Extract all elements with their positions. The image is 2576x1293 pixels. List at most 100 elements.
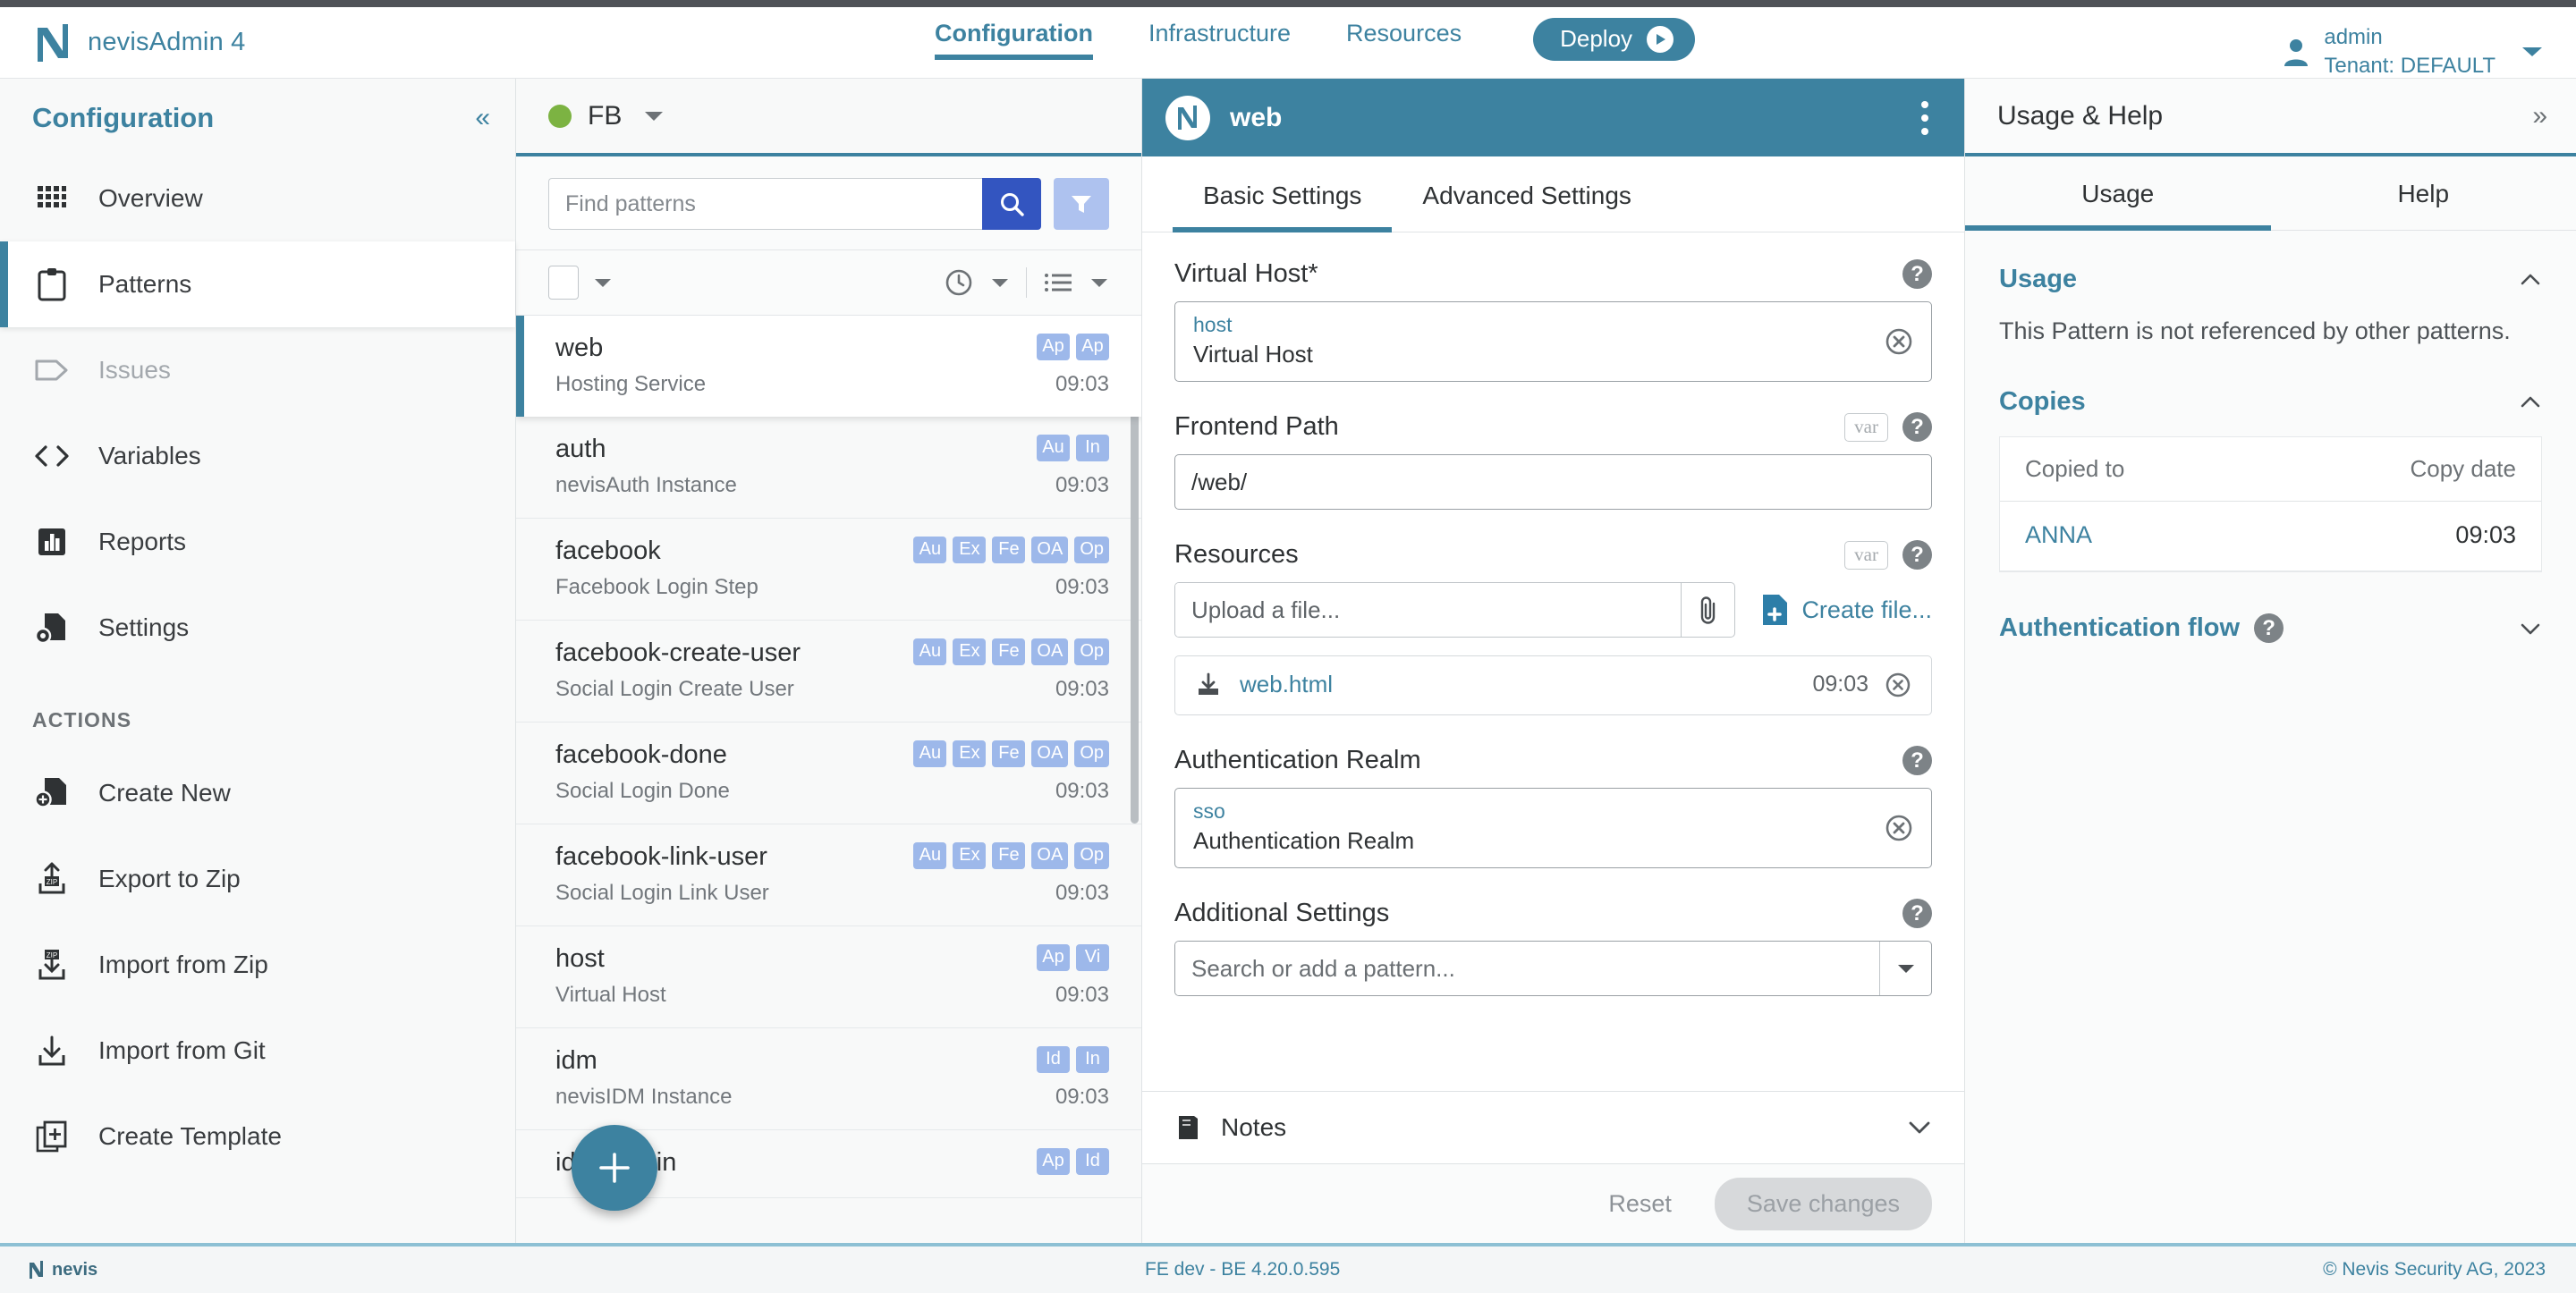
list-item[interactable]: facebook-create-user Au Ex Fe OA Op Soci…: [516, 621, 1141, 723]
help-icon[interactable]: ?: [1902, 259, 1932, 289]
additional-settings-input[interactable]: [1175, 942, 1879, 995]
caret-down-icon[interactable]: [990, 277, 1010, 289]
reset-button[interactable]: Reset: [1589, 1181, 1691, 1227]
pattern-description: Social Login Done: [555, 779, 730, 803]
list-item[interactable]: host Ap Vi Virtual Host 09:03: [516, 926, 1141, 1028]
resource-file-name[interactable]: web.html: [1240, 671, 1333, 698]
search-row: [516, 156, 1141, 249]
help-icon[interactable]: ?: [2254, 613, 2284, 644]
clipboard-icon: [32, 265, 72, 304]
clear-circle-icon[interactable]: [1885, 672, 1911, 698]
caret-down-icon[interactable]: [1089, 277, 1109, 289]
filter-button[interactable]: [1054, 178, 1109, 230]
field-resources: Resources var ? Upload a file... Create …: [1174, 540, 1932, 715]
sidebar-title: Configuration: [32, 102, 215, 133]
pattern-badges: Ap Ap: [1037, 334, 1109, 360]
download-icon[interactable]: [1195, 672, 1222, 698]
list-item-row-top: idm Id In: [555, 1046, 1109, 1076]
help-icon[interactable]: ?: [1902, 899, 1932, 928]
list-item[interactable]: idm Id In nevisIDM Instance 09:03: [516, 1028, 1141, 1130]
field-label: Resources: [1174, 540, 1299, 569]
virtual-host-reference[interactable]: host Virtual Host: [1174, 301, 1932, 382]
save-changes-button[interactable]: Save changes: [1714, 1177, 1932, 1230]
field-header: Additional Settings ?: [1174, 899, 1932, 928]
brand[interactable]: nevisAdmin 4: [0, 22, 501, 63]
upload-file-input[interactable]: [1175, 583, 1682, 637]
notes-section[interactable]: Notes: [1142, 1091, 1964, 1164]
tab-usage[interactable]: Usage: [1965, 156, 2271, 231]
sidebar-item-settings[interactable]: Settings: [0, 585, 515, 671]
auth-flow-section-header[interactable]: Authentication flow ?: [1999, 613, 2542, 644]
status-badge: Fe: [992, 537, 1026, 563]
help-icon[interactable]: ?: [1902, 412, 1932, 442]
sidebar-item-patterns[interactable]: Patterns: [0, 241, 515, 327]
tab-basic-settings[interactable]: Basic Settings: [1173, 156, 1393, 232]
sidebar-item-label: Reports: [98, 528, 187, 555]
list-item[interactable]: facebook-link-user Au Ex Fe OA Op Social…: [516, 824, 1141, 926]
chevron-up-icon[interactable]: [2519, 395, 2542, 410]
chevron-double-right-icon[interactable]: »: [2532, 101, 2547, 131]
sidebar-item-issues[interactable]: Issues: [0, 327, 515, 413]
upload-wrap: [1174, 582, 1736, 638]
frontend-path-input[interactable]: [1174, 454, 1932, 510]
list-item[interactable]: auth Au In nevisAuth Instance 09:03: [516, 417, 1141, 519]
detail-tabs: Basic Settings Advanced Settings: [1142, 156, 1964, 232]
list-item[interactable]: facebook-done Au Ex Fe OA Op Social Logi…: [516, 723, 1141, 824]
list-item-row-bottom: Social Login Done 09:03: [555, 779, 1109, 804]
deploy-label: Deploy: [1560, 25, 1633, 52]
sidebar-item-overview[interactable]: Overview: [0, 156, 515, 241]
sidebar-item-reports[interactable]: Reports: [0, 499, 515, 585]
select-all-checkbox[interactable]: [548, 266, 579, 300]
copies-section-header[interactable]: Copies: [1999, 387, 2542, 417]
svg-text:ZIP: ZIP: [47, 878, 57, 886]
help-icon[interactable]: ?: [1902, 746, 1932, 775]
pattern-name: auth: [555, 435, 606, 463]
action-create-template[interactable]: Create Template: [0, 1094, 515, 1179]
top-nav-resources[interactable]: Resources: [1346, 20, 1462, 60]
top-nav-infrastructure[interactable]: Infrastructure: [1148, 20, 1291, 60]
sidebar-item-variables[interactable]: Variables: [0, 413, 515, 499]
user-menu[interactable]: admin Tenant: DEFAULT: [2283, 23, 2544, 80]
clear-circle-icon[interactable]: [1885, 327, 1913, 356]
chevron-up-icon[interactable]: [2519, 273, 2542, 287]
chevron-double-left-icon[interactable]: «: [475, 105, 490, 131]
action-label: Import from Git: [98, 1036, 266, 1064]
usage-section-header[interactable]: Usage: [1999, 265, 2542, 294]
add-pattern-button[interactable]: [572, 1125, 657, 1211]
reference-name: sso: [1193, 799, 1225, 823]
list-item[interactable]: web Ap Ap Hosting Service 09:03: [516, 316, 1141, 417]
tab-help[interactable]: Help: [2271, 156, 2576, 230]
caret-down-icon[interactable]: [593, 277, 613, 289]
pattern-badges: Au In: [1037, 435, 1109, 461]
additional-settings-select[interactable]: [1174, 941, 1932, 996]
variable-chip[interactable]: var: [1844, 412, 1888, 442]
resource-file-item[interactable]: web.html 09:03: [1175, 656, 1931, 714]
clock-icon[interactable]: [944, 267, 974, 298]
chevron-down-icon[interactable]: [1907, 1120, 1932, 1136]
tab-advanced-settings[interactable]: Advanced Settings: [1392, 156, 1662, 232]
variable-chip[interactable]: var: [1844, 540, 1888, 570]
attach-file-button[interactable]: [1681, 583, 1734, 637]
action-export-to-zip[interactable]: ZIP Export to Zip: [0, 836, 515, 922]
search-button[interactable]: [982, 178, 1041, 230]
auth-realm-reference[interactable]: sso Authentication Realm: [1174, 788, 1932, 868]
create-file-button[interactable]: Create file...: [1760, 593, 1932, 627]
clear-circle-icon[interactable]: [1885, 814, 1913, 842]
caret-down-icon[interactable]: [1879, 942, 1931, 995]
action-import-from-git[interactable]: Import from Git: [0, 1008, 515, 1094]
action-create-new[interactable]: Create New: [0, 750, 515, 836]
top-nav-configuration[interactable]: Configuration: [935, 20, 1093, 60]
environment-selector[interactable]: FB: [516, 79, 1141, 156]
table-row[interactable]: ANNA 09:03: [2000, 502, 2541, 572]
help-icon[interactable]: ?: [1902, 540, 1932, 570]
search-input[interactable]: [548, 178, 982, 230]
chevron-down-icon[interactable]: [2519, 621, 2542, 636]
deploy-button[interactable]: Deploy: [1533, 18, 1696, 61]
kebab-menu-icon[interactable]: [1911, 94, 1939, 142]
pattern-list[interactable]: web Ap Ap Hosting Service 09:03 auth Au …: [516, 316, 1141, 1243]
copied-to-link[interactable]: ANNA: [2025, 521, 2092, 549]
list-item[interactable]: facebook Au Ex Fe OA Op Facebook Login S…: [516, 519, 1141, 621]
list-view-icon[interactable]: [1043, 271, 1073, 294]
status-badge: OA: [1031, 638, 1069, 665]
action-import-from-zip[interactable]: ZIP Import from Zip: [0, 922, 515, 1008]
